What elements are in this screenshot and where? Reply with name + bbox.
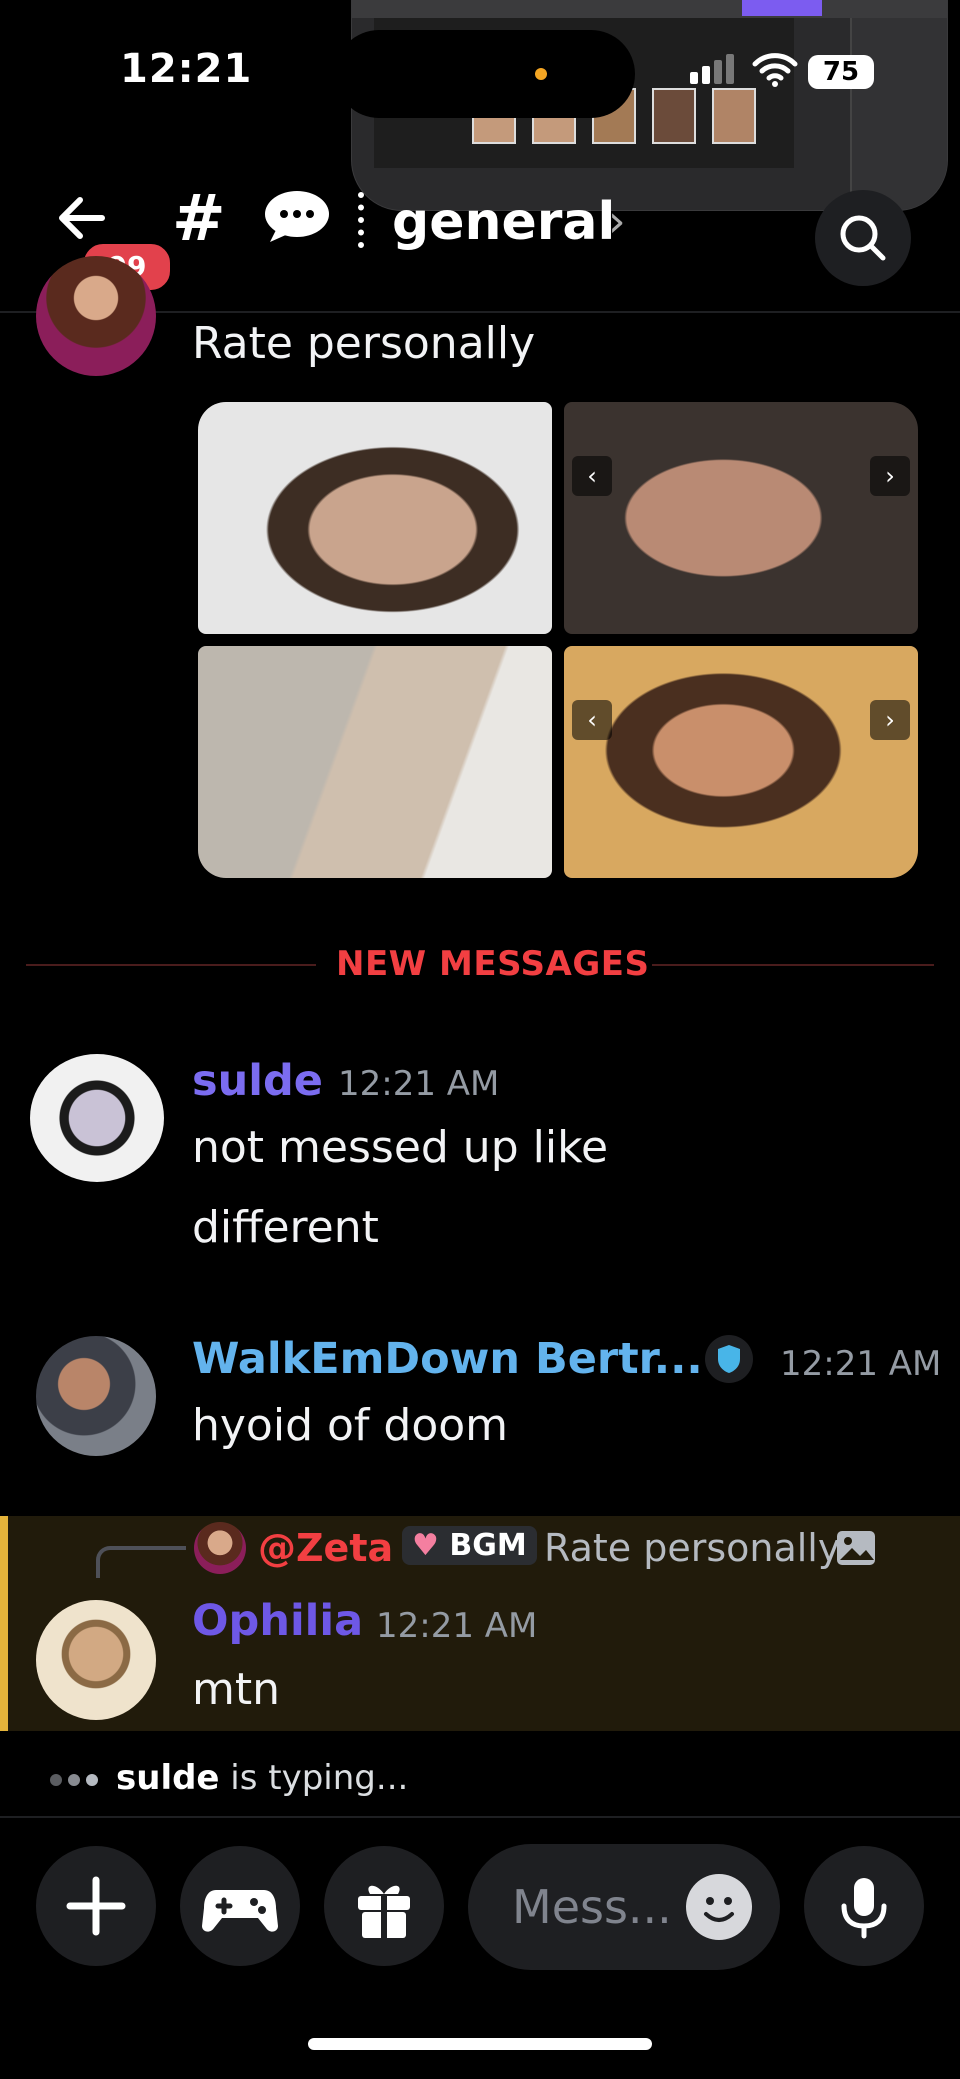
message-text: mtn [192,1664,280,1715]
chevron-right-icon[interactable]: › [870,700,910,740]
wifi-icon [752,53,798,87]
search-button[interactable] [815,190,911,286]
message-text: not messed up like [192,1122,609,1173]
pip-thumbnail [712,88,756,144]
avatar[interactable] [36,256,156,376]
gift-button[interactable] [324,1846,444,1966]
hash-icon: # [172,182,226,256]
shield-icon[interactable] [704,1334,754,1384]
pip-side-panel [850,18,947,210]
username[interactable]: WalkEmDown Bertr... [192,1334,703,1384]
typing-dot [86,1773,98,1786]
microphone-icon [841,1878,887,1939]
dynamic-island [335,30,635,118]
gamepad-icon [202,1890,278,1932]
home-indicator[interactable] [308,2038,652,2050]
status-time: 12:21 [120,46,253,92]
username[interactable]: sulde [192,1056,323,1106]
chevron-right-icon[interactable]: › [870,456,910,496]
chat-bubble-icon[interactable] [262,188,332,244]
avatar[interactable] [36,1336,156,1456]
image-icon [837,1531,875,1565]
typing-user: sulde [116,1758,220,1798]
reply-avatar [194,1522,246,1574]
channel-name[interactable]: general [392,192,615,252]
attachment-image[interactable] [198,402,552,634]
activities-button[interactable] [180,1846,300,1966]
message-text: different [192,1202,379,1253]
reply-preview[interactable]: Rate personally [544,1526,840,1570]
avatar[interactable] [36,1600,156,1720]
chevron-left-icon[interactable]: ‹ [572,456,612,496]
message-text: Rate personally [192,318,536,369]
typing-indicator: sulde is typing... [50,1758,408,1798]
timestamp: 12:21 AM [338,1064,500,1104]
message-input-placeholder: Mess... [512,1880,672,1934]
username[interactable]: Ophilia [192,1596,363,1646]
chevron-right-icon[interactable]: › [608,196,626,247]
plus-icon [66,1876,126,1936]
pip-accent [742,0,822,16]
chevron-left-icon[interactable]: ‹ [572,700,612,740]
attachment-image[interactable]: ‹ › [564,646,918,878]
typing-dot [50,1773,62,1786]
avatar[interactable] [30,1054,164,1182]
battery-indicator: 75 [808,55,874,89]
add-attachment-button[interactable] [36,1846,156,1966]
role-tag-label: BGM [449,1528,527,1563]
pip-thumbnail [652,88,696,144]
timestamp: 12:21 AM [376,1606,538,1646]
timestamp: 12:21 AM [780,1344,942,1384]
heart-icon: ♥ [412,1528,439,1563]
reply-connector [96,1546,186,1578]
search-icon [840,215,886,261]
typing-suffix: is typing... [219,1758,409,1798]
message-input[interactable]: Mess... [468,1844,780,1970]
pip-toolbar [352,0,947,18]
new-messages-line [652,964,934,966]
voice-message-button[interactable] [804,1846,924,1966]
composer-separator [0,1816,960,1818]
role-tag: ♥ BGM [402,1526,537,1565]
message-text: hyoid of doom [192,1400,509,1451]
recording-dot-icon [535,68,547,80]
attachment-image[interactable]: ‹ › [564,402,918,634]
reply-mention[interactable]: @Zeta [258,1526,393,1570]
smiley-face [704,1897,734,1922]
typing-dot [68,1773,80,1786]
gift-icon [358,1885,410,1940]
new-messages-line [26,964,316,966]
mention-highlight-bar [0,1516,8,1731]
emoji-icon[interactable] [686,1874,752,1940]
header-divider [358,192,370,248]
new-messages-label: NEW MESSAGES [336,944,650,984]
cellular-signal-icon [690,54,738,84]
back-arrow-icon[interactable] [52,188,112,248]
attachment-image[interactable] [198,646,552,878]
